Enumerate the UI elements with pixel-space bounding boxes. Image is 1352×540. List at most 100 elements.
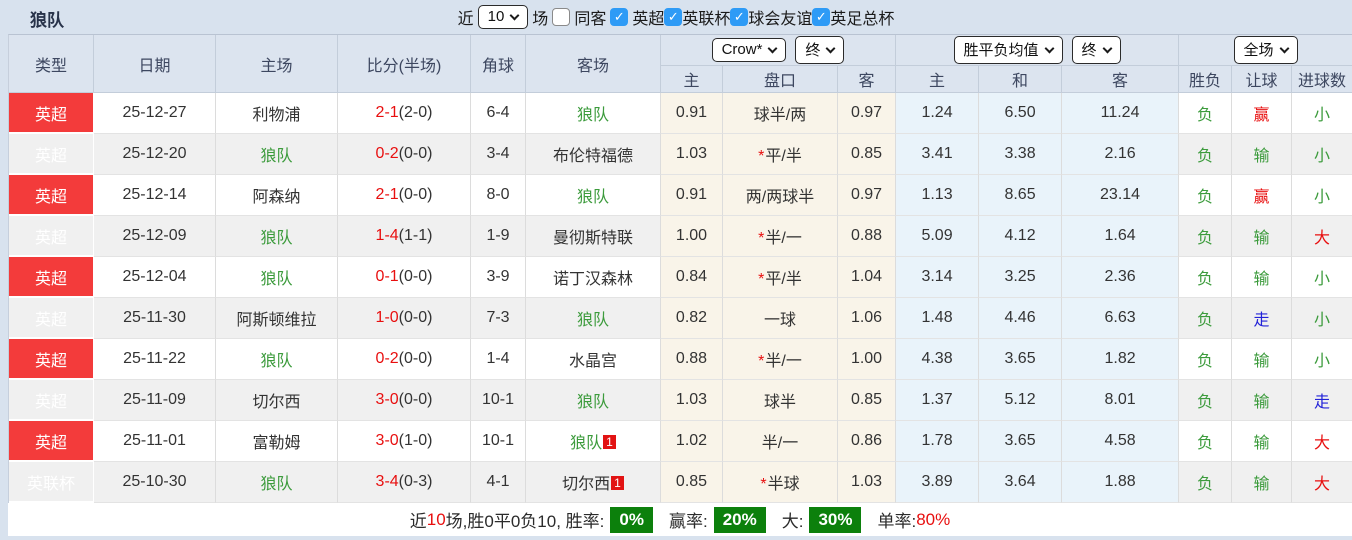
handicap-away-odds-cell: 0.97 [838, 175, 896, 216]
handicap-away-odds-cell: 1.04 [838, 257, 896, 298]
result-group-header: 全场 [1179, 35, 1352, 66]
handicap-win-rate-label: 赢率: [669, 507, 708, 532]
near-count-select[interactable]: 10 [478, 5, 529, 29]
avg-away-odds-cell: 11.24 [1062, 93, 1179, 134]
competition-label-efl-cup[interactable]: 英联杯 [682, 5, 730, 29]
avg-odds-select[interactable]: 胜平负均值 [954, 36, 1063, 64]
handicap-result-cell: 赢 [1232, 175, 1292, 216]
home-team-cell: 狼队 [216, 257, 338, 298]
handicap-away-odds-cell: 1.06 [838, 298, 896, 339]
goals-result-cell: 走 [1292, 380, 1352, 421]
wdl-result-cell: 负 [1179, 93, 1232, 134]
sub-header-avg-away: 客 [1062, 66, 1179, 93]
avg-away-odds-cell: 1.88 [1062, 462, 1179, 503]
avg-away-odds-cell: 2.16 [1062, 134, 1179, 175]
handicap-home-odds-cell: 0.88 [661, 339, 723, 380]
sub-header-goals-result: 进球数 [1292, 66, 1352, 93]
avg-draw-odds-cell: 5.12 [979, 380, 1062, 421]
wdl-result-cell: 负 [1179, 257, 1232, 298]
topbar: 狼队 近 10 场 同客 英超 英联杯 球会友谊 英足总杯 [0, 0, 1352, 34]
table-row: 英超25-12-14阿森纳2-1(0-0)8-0狼队0.91两/两球半0.971… [9, 175, 1352, 216]
competition-type-cell: 英超 [9, 421, 94, 462]
table-row: 英超25-12-04狼队0-1(0-0)3-9诺丁汉森林0.84*平/半1.04… [9, 257, 1352, 298]
avg-away-odds-cell: 1.82 [1062, 339, 1179, 380]
bookmaker-select[interactable]: Crow* [712, 38, 787, 62]
competition-type-cell: 英超 [9, 380, 94, 421]
handicap-home-odds-cell: 1.02 [661, 421, 723, 462]
competition-label-fa-cup[interactable]: 英足总杯 [830, 5, 894, 29]
handicap-home-odds-cell: 1.00 [661, 216, 723, 257]
avg-home-odds-cell: 1.78 [896, 421, 979, 462]
single-rate-label: 单率: [877, 507, 916, 532]
competition-type-cell: 英超 [9, 298, 94, 339]
table-row: 英超25-11-01富勒姆3-0(1-0)10-1狼队11.02半/一0.861… [9, 421, 1352, 462]
handicap-result-cell: 赢 [1232, 93, 1292, 134]
handicap-odds-group-header: Crow* 终 [661, 35, 896, 66]
competition-type-cell: 英超 [9, 257, 94, 298]
competition-checkbox-premier-league[interactable] [610, 8, 628, 26]
avg-home-odds-cell: 3.14 [896, 257, 979, 298]
handicap-home-odds-cell: 1.03 [661, 380, 723, 421]
handicap-line-cell: 两/两球半 [723, 175, 838, 216]
handicap-away-odds-cell: 0.85 [838, 134, 896, 175]
table-row: 英超25-12-20狼队0-2(0-0)3-4布伦特福德1.03*平/半0.85… [9, 134, 1352, 175]
chevron-down-icon [1279, 43, 1289, 53]
handicap-home-odds-cell: 1.03 [661, 134, 723, 175]
date-cell: 25-11-30 [94, 298, 216, 339]
match-table-body: 英超25-12-27利物浦2-1(2-0)6-4狼队0.91球半/两0.971.… [9, 93, 1352, 503]
avg-draw-odds-cell: 4.12 [979, 216, 1062, 257]
filter-bar: 近 10 场 同客 英超 英联杯 球会友谊 英足总杯 [458, 5, 895, 29]
avg-home-odds-cell: 1.48 [896, 298, 979, 339]
competition-type-cell: 英超 [9, 175, 94, 216]
avg-time-select[interactable]: 终 [1072, 36, 1121, 64]
handicap-home-odds-cell: 0.85 [661, 462, 723, 503]
handicap-result-cell: 输 [1232, 462, 1292, 503]
goals-result-cell: 小 [1292, 257, 1352, 298]
score-cell: 3-0(1-0) [338, 421, 471, 462]
handicap-home-odds-cell: 0.91 [661, 93, 723, 134]
handicap-away-odds-cell: 0.85 [838, 380, 896, 421]
handicap-away-odds-cell: 1.00 [838, 339, 896, 380]
date-cell: 25-12-20 [94, 134, 216, 175]
handicap-line-cell: 球半/两 [723, 93, 838, 134]
competition-label-club-friendly[interactable]: 球会友谊 [748, 5, 812, 29]
col-header-home: 主场 [216, 35, 338, 93]
score-cell: 3-0(0-0) [338, 380, 471, 421]
handicap-away-odds-cell: 0.97 [838, 93, 896, 134]
handicap-home-odds-cell: 0.84 [661, 257, 723, 298]
date-cell: 25-12-09 [94, 216, 216, 257]
col-header-type: 类型 [9, 35, 94, 93]
home-team-cell: 富勒姆 [216, 421, 338, 462]
table-row: 英超25-11-09切尔西3-0(0-0)10-1狼队1.03球半0.851.3… [9, 380, 1352, 421]
handicap-line-cell: 半/一 [723, 421, 838, 462]
goals-result-cell: 小 [1292, 134, 1352, 175]
competition-label-premier-league[interactable]: 英超 [632, 5, 664, 29]
competition-checkbox-fa-cup[interactable] [812, 8, 830, 26]
same-opponent-checkbox[interactable] [552, 8, 570, 26]
wdl-result-cell: 负 [1179, 462, 1232, 503]
avg-draw-odds-cell: 3.25 [979, 257, 1062, 298]
match-table: 类型 日期 主场 比分(半场) 角球 客场 Crow* 终 胜平负均值 终 全场 [8, 34, 1352, 503]
col-header-score: 比分(半场) [338, 35, 471, 93]
competition-type-cell: 英超 [9, 216, 94, 257]
avg-home-odds-cell: 1.37 [896, 380, 979, 421]
date-cell: 25-12-27 [94, 93, 216, 134]
corners-cell: 1-4 [471, 339, 526, 380]
handicap-line-cell: *半/一 [723, 216, 838, 257]
handicap-line-cell: 一球 [723, 298, 838, 339]
wdl-result-cell: 负 [1179, 134, 1232, 175]
chevron-down-icon [1044, 43, 1054, 53]
handicap-away-odds-cell: 0.86 [838, 421, 896, 462]
competition-checkbox-efl-cup[interactable] [664, 8, 682, 26]
goals-result-cell: 小 [1292, 175, 1352, 216]
away-team-cell: 水晶宫 [526, 339, 661, 380]
goals-result-cell: 小 [1292, 298, 1352, 339]
handicap-time-select[interactable]: 终 [795, 36, 844, 64]
sub-header-handicap-away: 客 [838, 66, 896, 93]
competition-checkbox-club-friendly[interactable] [730, 8, 748, 26]
table-row: 英超25-12-27利物浦2-1(2-0)6-4狼队0.91球半/两0.971.… [9, 93, 1352, 134]
same-opponent-label[interactable]: 同客 [574, 5, 606, 29]
wdl-result-cell: 负 [1179, 380, 1232, 421]
corners-cell: 6-4 [471, 93, 526, 134]
match-scope-select[interactable]: 全场 [1234, 36, 1298, 64]
